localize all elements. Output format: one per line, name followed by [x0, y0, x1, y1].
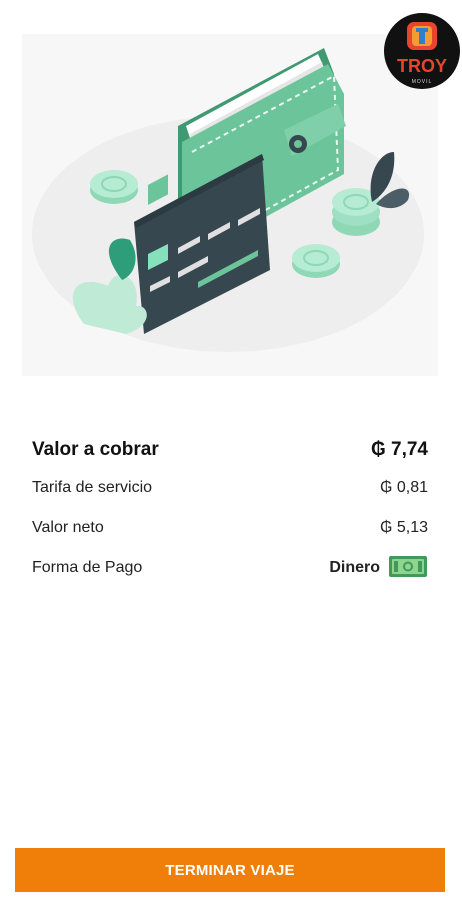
service-fee-value: ₲ 0,81 [379, 479, 428, 496]
total-row: Valor a cobrar ₲ 7,74 [32, 432, 428, 468]
payment-method-value: Dinero [329, 559, 380, 576]
net-value-value: ₲ 5,13 [379, 519, 428, 536]
total-label: Valor a cobrar [32, 439, 159, 460]
service-fee-row: Tarifa de servicio ₲ 0,81 [32, 468, 428, 508]
cash-bill-icon [388, 553, 428, 584]
total-value: ₲ 7,74 [370, 439, 428, 460]
net-value-label: Valor neto [32, 519, 104, 536]
payment-illustration [22, 34, 438, 376]
payment-method: Dinero [329, 553, 428, 584]
logo-tagline: MOVIL [412, 79, 433, 85]
payment-method-label: Forma de Pago [32, 559, 143, 576]
fare-summary: Valor a cobrar ₲ 7,74 Tarifa de servicio… [32, 432, 428, 588]
troy-movil-logo: TROY MOVIL [383, 12, 461, 90]
net-value-row: Valor neto ₲ 5,13 [32, 508, 428, 548]
logo-text: TROY [397, 56, 447, 76]
finish-trip-button[interactable]: TERMINAR VIAJE [15, 848, 445, 892]
service-fee-label: Tarifa de servicio [32, 479, 153, 496]
payment-method-row: Forma de Pago Dinero [32, 548, 428, 588]
wallet-card-coins-illustration [32, 48, 424, 352]
